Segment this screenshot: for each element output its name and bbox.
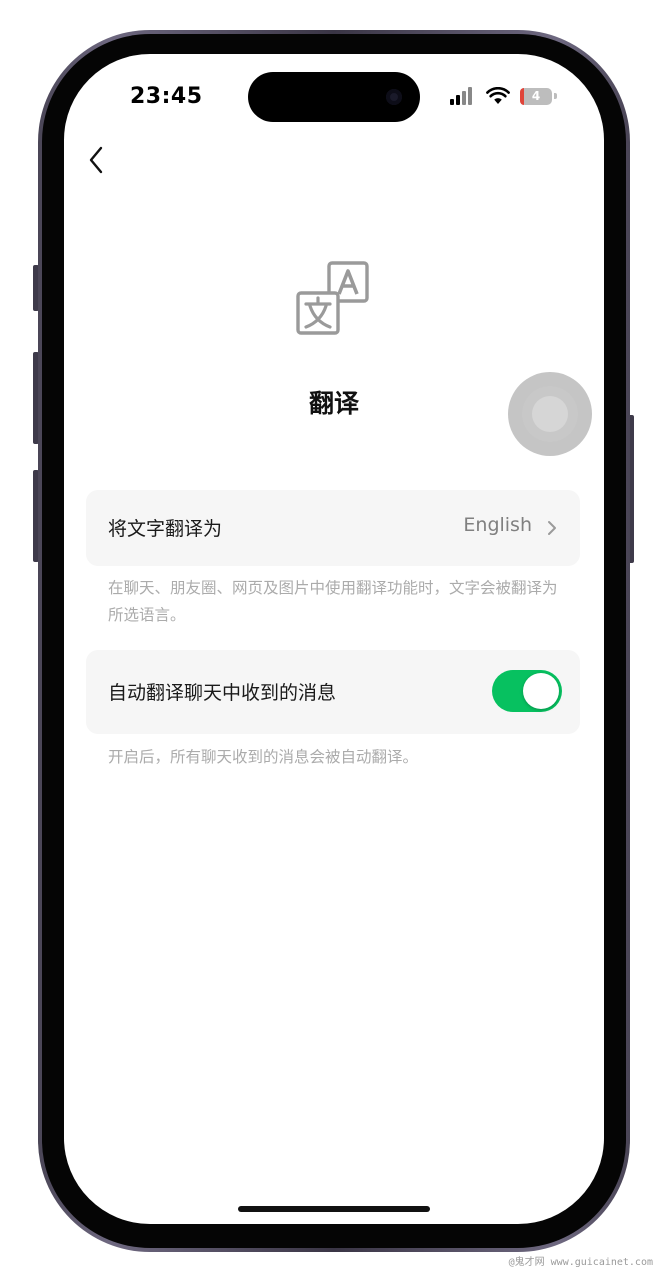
battery-low-indicator — [520, 88, 524, 105]
translate-to-note: 在聊天、朋友圈、网页及图片中使用翻译功能时，文字会被翻译为所选语言。 — [108, 579, 558, 624]
assistive-touch-button[interactable] — [508, 372, 592, 456]
auto-translate-label: 自动翻译聊天中收到的消息 — [108, 682, 337, 704]
translate-to-label: 将文字翻译为 — [108, 518, 223, 540]
battery-icon: 4 — [520, 88, 552, 105]
screen: 23:45 4 翻译 将文字翻译为 English 在聊天、朋友圈、网页及图片中… — [64, 54, 604, 1224]
home-indicator[interactable] — [238, 1206, 430, 1212]
assistive-touch-core — [532, 396, 568, 432]
toggle-knob — [523, 673, 559, 709]
watermark: @鬼才网 www.guicainet.com — [508, 1257, 653, 1268]
camera-icon — [386, 89, 402, 105]
chevron-right-icon — [548, 521, 556, 535]
dynamic-island — [248, 72, 420, 122]
auto-translate-note: 开启后，所有聊天收到的消息会被自动翻译。 — [108, 748, 419, 766]
signal-icon — [450, 87, 476, 105]
auto-translate-row: 自动翻译聊天中收到的消息 — [86, 650, 580, 734]
chevron-left-icon[interactable] — [82, 142, 112, 178]
status-time: 23:45 — [130, 84, 203, 109]
wifi-icon — [486, 87, 510, 104]
battery-level: 4 — [531, 89, 541, 103]
auto-translate-toggle[interactable] — [492, 670, 562, 712]
translate-to-row[interactable]: 将文字翻译为 English — [86, 490, 580, 566]
translate-icon — [296, 261, 369, 335]
battery-cap — [554, 93, 557, 99]
translate-to-value: English — [463, 514, 532, 536]
